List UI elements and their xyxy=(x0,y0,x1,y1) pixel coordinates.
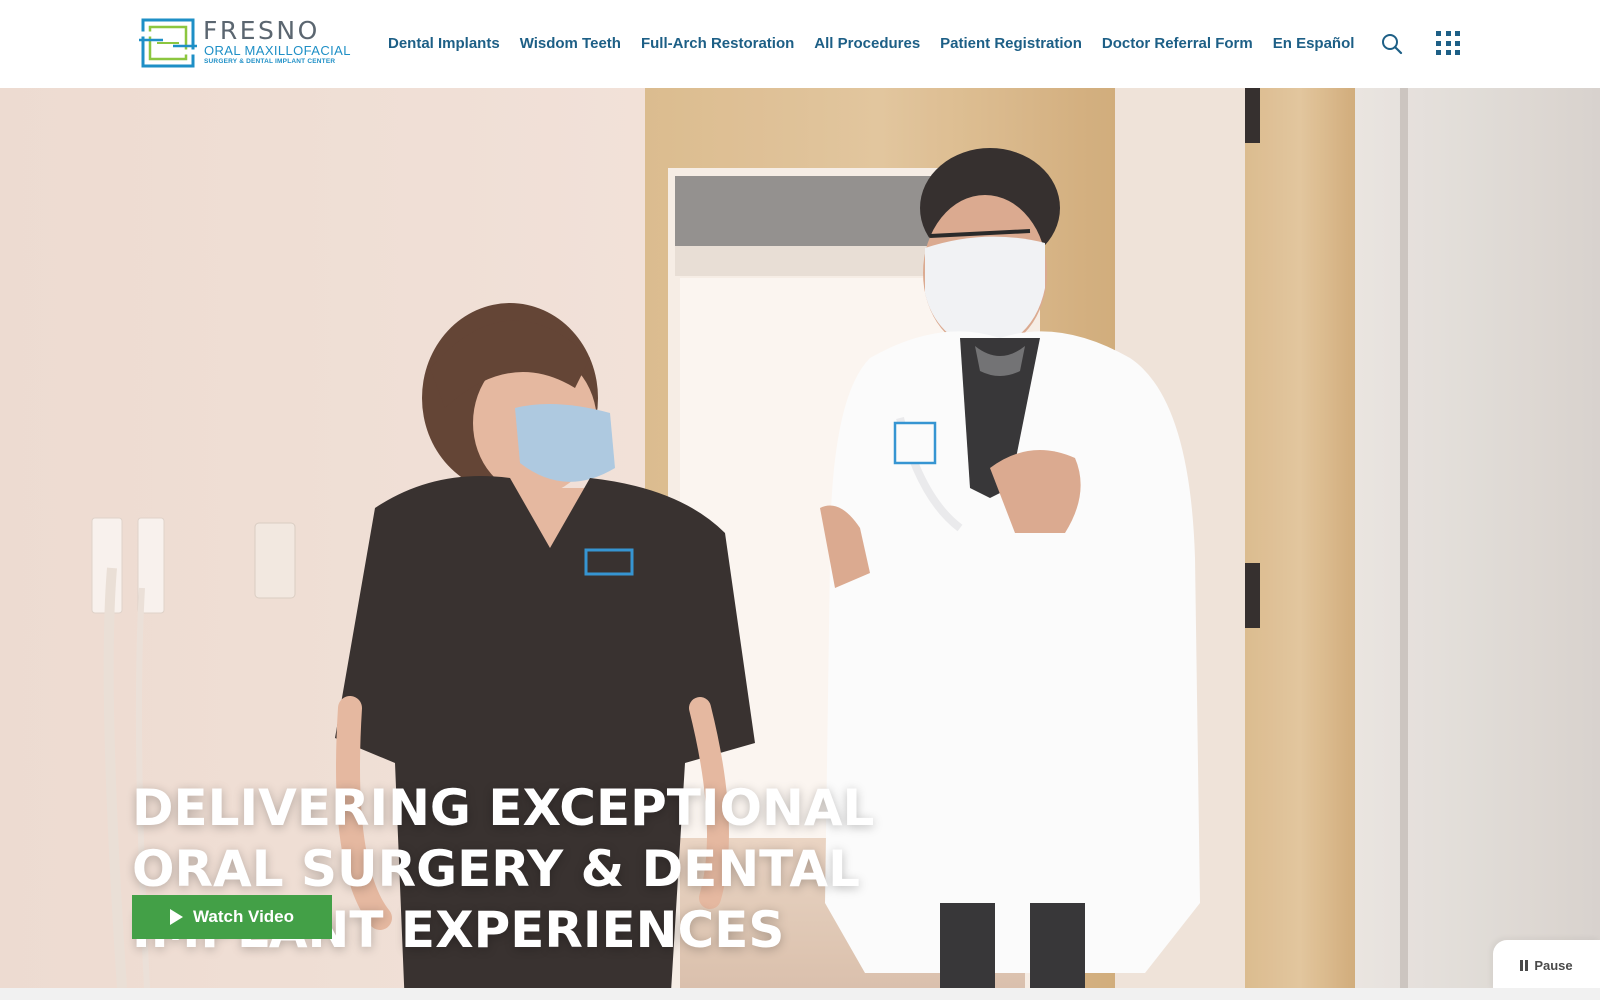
nav-full-arch-restoration[interactable]: Full-Arch Restoration xyxy=(641,33,794,55)
page-bottom-edge xyxy=(0,988,1600,1000)
site-logo[interactable]: FRESNO ORAL MAXILLOFACIAL SURGERY & DENT… xyxy=(137,16,350,70)
nav-en-espanol[interactable]: En Español xyxy=(1273,33,1355,55)
nav-patient-registration[interactable]: Patient Registration xyxy=(940,33,1082,55)
grid-menu-button[interactable] xyxy=(1436,31,1460,57)
search-icon xyxy=(1382,34,1403,55)
logo-tagline: SURGERY & DENTAL IMPLANT CENTER xyxy=(204,58,336,65)
hero-video: DELIVERING EXCEPTIONAL ORAL SURGERY & DE… xyxy=(0,88,1600,988)
watch-video-label: Watch Video xyxy=(192,907,295,926)
play-icon xyxy=(169,909,183,925)
logo-subtitle: ORAL MAXILLOFACIAL xyxy=(204,43,351,58)
main-nav: Dental Implants Wisdom Teeth Full-Arch R… xyxy=(388,33,1354,55)
site-header: FRESNO ORAL MAXILLOFACIAL SURGERY & DENT… xyxy=(0,0,1600,88)
search-button[interactable] xyxy=(1380,32,1404,56)
logo-mark-icon xyxy=(137,18,199,68)
grid-menu-icon xyxy=(1436,31,1441,36)
nav-all-procedures[interactable]: All Procedures xyxy=(814,33,920,55)
logo-wordmark: FRESNO xyxy=(203,16,320,45)
nav-wisdom-teeth[interactable]: Wisdom Teeth xyxy=(520,33,621,55)
pause-video-button[interactable]: Pause xyxy=(1493,940,1600,988)
nav-doctor-referral-form[interactable]: Doctor Referral Form xyxy=(1102,33,1253,55)
pause-label: Pause xyxy=(1534,957,1573,973)
watch-video-button[interactable]: Watch Video xyxy=(132,895,332,939)
nav-dental-implants[interactable]: Dental Implants xyxy=(388,33,500,55)
pause-icon xyxy=(1520,959,1529,971)
